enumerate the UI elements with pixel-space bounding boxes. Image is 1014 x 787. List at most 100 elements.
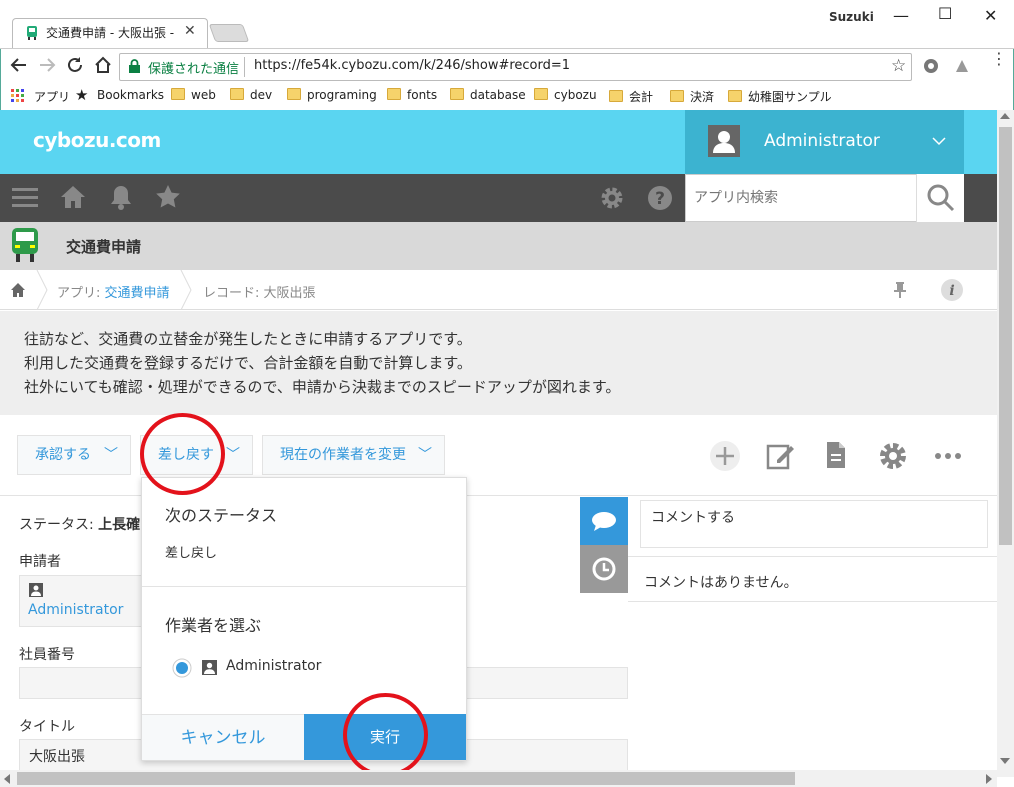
breadcrumb-separator [36,270,48,310]
bookmark-apps[interactable]: アプリ [34,88,70,105]
comment-input[interactable]: コメントする [640,500,988,548]
home-portal-icon[interactable] [60,184,86,210]
folder-icon [171,88,185,100]
more-options-icon[interactable] [933,440,965,472]
comment-tab[interactable] [580,497,628,545]
back-icon[interactable] [10,56,28,74]
profile-name[interactable]: Suzuki [829,10,874,24]
folder-icon [728,90,742,102]
window-close-icon[interactable]: ✕ [984,6,997,25]
breadcrumb-record: レコード: 大阪出張 [203,286,316,301]
assignee-option-label: Administrator [226,658,322,674]
status-field: ステータス: 上長確 [19,517,141,533]
reload-icon[interactable] [66,56,84,74]
folder-icon [230,88,244,100]
bookmark-web[interactable]: web [171,88,216,102]
bookmark-dev[interactable]: dev [230,88,272,102]
bookmark-database[interactable]: database [450,88,526,102]
change-assignee-button[interactable]: 現在の作業者を変更 ﹀ [262,435,445,475]
horizontal-scrollbar-thumb[interactable] [17,772,795,785]
extension-icon[interactable] [953,57,971,75]
user-avatar [708,125,740,157]
url-divider [244,57,245,77]
folder-icon [387,88,401,100]
home-icon[interactable] [94,56,112,74]
tab-title: 交通費申請 - 大阪出張 - [46,26,175,40]
settings-gear-icon[interactable] [599,185,625,211]
bookmark-accounting[interactable]: 会計 [609,88,653,105]
record-settings-gear-icon[interactable] [877,440,909,472]
pin-icon[interactable] [893,281,907,299]
folder-icon [450,88,464,100]
favorites-star-icon[interactable] [155,184,181,210]
notification-bell-icon[interactable] [108,184,134,210]
scroll-left-arrow-icon[interactable] [3,774,11,784]
user-icon [29,583,43,597]
app-description: 往訪など、交通費の立替金が発生したときに申請するアプリです。 利用した交通費を登… [0,311,997,415]
user-name: Administrator [764,131,880,151]
employee-number-label: 社員番号 [19,647,75,663]
breadcrumb-home-icon[interactable] [10,282,26,298]
bookmark-fonts[interactable]: fonts [387,88,437,102]
app-search-input[interactable] [685,174,917,222]
history-tab[interactable] [580,545,628,593]
edit-record-icon[interactable] [765,440,797,472]
app-title-bar [0,222,997,270]
scroll-up-arrow-icon[interactable] [1000,112,1010,120]
lock-icon [129,59,140,73]
bookmark-bookmarks[interactable]: Bookmarks [97,88,164,102]
menu-icon[interactable] [12,186,38,210]
assignee-heading: 作業者を選ぶ [165,616,262,635]
bookmark-kindergarten[interactable]: 幼稚園サンプル [728,88,832,105]
scroll-right-arrow-icon[interactable] [985,774,993,784]
help-icon[interactable]: ? [647,185,673,211]
bookmark-settlement[interactable]: 決済 [670,88,714,105]
add-record-icon[interactable] [709,440,741,472]
assignee-radio[interactable] [172,658,192,678]
secure-label: 保護された通信 [148,62,240,77]
search-button[interactable] [916,174,964,222]
description-line: 利用した交通費を登録するだけで、合計金額を自動で計算します。 [24,354,472,372]
breadcrumb-app[interactable]: アプリ: 交通費申請 [57,282,170,301]
train-app-icon [10,228,40,262]
title-label: タイトル [19,719,75,735]
minimize-icon[interactable]: — [893,6,909,25]
browser-menu-icon[interactable]: ⋮ [991,51,1007,67]
new-tab-button[interactable] [208,24,250,42]
approve-button[interactable]: 承認する ﹀ [17,435,131,475]
applicant-link[interactable]: Administrator [28,602,123,618]
bookmarks-star-icon: ★ [75,86,89,104]
chevron-down-icon [932,137,946,146]
url-text[interactable]: https://fe54k.cybozu.com/k/246/show#reco… [254,58,570,73]
tab-close-icon[interactable]: ✕ [184,23,196,39]
bookmark-programing[interactable]: programing [287,88,377,102]
folder-icon [609,90,623,102]
svg-text:i: i [949,283,954,299]
divider [142,586,466,587]
user-icon [202,660,217,675]
divider [628,601,997,602]
folder-icon [287,88,301,100]
next-status-value: 差し戻し [165,546,218,561]
folder-icon [670,90,684,102]
divider [628,556,997,557]
no-comments-text: コメントはありません。 [644,575,798,591]
extension-gear-icon[interactable] [922,57,940,75]
app-title: 交通費申請 [66,238,142,256]
description-line: 往訪など、交通費の立替金が発生したときに申請するアプリです。 [24,330,472,348]
duplicate-record-icon[interactable] [821,440,853,472]
maximize-icon[interactable]: ☐ [938,4,952,23]
vertical-scrollbar-thumb[interactable] [999,127,1012,545]
description-line: 社外にいても確認・処理ができるので、申請から決裁までのスピードアップが図れます。 [24,378,621,396]
cancel-button[interactable]: キャンセル [142,714,304,760]
cybozu-logo[interactable]: cybozu.com [33,128,161,152]
apps-grid-icon[interactable] [11,89,24,102]
bookmark-cybozu[interactable]: cybozu [534,88,597,102]
info-icon[interactable]: i [940,278,964,302]
highlight-circle [140,413,225,495]
forward-icon[interactable] [38,56,56,74]
breadcrumb-separator [180,270,192,310]
bookmark-star-icon[interactable]: ☆ [891,56,906,76]
highlight-circle [343,693,428,777]
scroll-down-arrow-icon[interactable] [1000,757,1010,765]
